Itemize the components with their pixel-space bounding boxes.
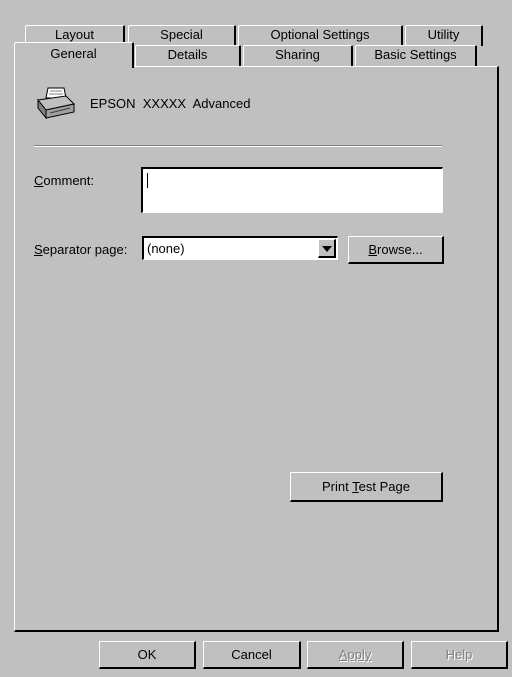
tab-label: Sharing	[275, 47, 320, 62]
help-button[interactable]: Help	[411, 641, 508, 669]
comment-label: Comment:	[34, 173, 94, 188]
tab-special[interactable]: Special	[128, 25, 236, 46]
help-label: Help	[445, 647, 473, 662]
comment-field[interactable]	[141, 167, 443, 213]
printer-name: EPSON XXXXX Advanced	[90, 96, 251, 111]
label-text: Separator page:	[34, 242, 128, 257]
ok-label: OK	[137, 647, 157, 662]
ok-button[interactable]: OK	[99, 641, 196, 669]
divider	[34, 145, 442, 147]
label-text: Browse...	[368, 242, 423, 257]
cancel-button[interactable]: Cancel	[203, 641, 301, 669]
label-text: Print Test Page	[321, 479, 410, 494]
tab-general[interactable]: General	[14, 42, 134, 68]
tab-optional-settings[interactable]: Optional Settings	[238, 25, 403, 46]
tab-label: General	[50, 46, 97, 61]
tab-panel-general	[14, 66, 499, 632]
apply-label: Apply	[338, 647, 372, 662]
cancel-label: Cancel	[231, 647, 272, 662]
tab-utility[interactable]: Utility	[405, 25, 483, 46]
text-caret	[147, 173, 148, 188]
chevron-down-icon[interactable]	[318, 239, 336, 258]
printer-icon	[37, 87, 76, 120]
browse-button[interactable]: Browse...	[348, 236, 444, 264]
tab-label: Utility	[427, 27, 460, 42]
apply-button[interactable]: Apply	[307, 641, 404, 669]
tab-label: Layout	[54, 27, 95, 42]
separator-page-value: (none)	[147, 241, 185, 256]
tab-label: Basic Settings	[374, 47, 457, 62]
separator-page-select[interactable]: (none)	[142, 236, 338, 260]
tab-basic-settings[interactable]: Basic Settings	[355, 45, 477, 67]
tab-sharing[interactable]: Sharing	[243, 45, 353, 67]
label-text: Comment:	[34, 173, 95, 188]
tab-label: Special	[160, 27, 203, 42]
tab-details[interactable]: Details	[135, 45, 241, 67]
print-test-page-button[interactable]: Print Test Page	[290, 472, 443, 502]
tab-label: Details	[167, 47, 208, 62]
tab-label: Optional Settings	[270, 27, 370, 42]
separator-page-label: Separator page:	[34, 242, 127, 257]
